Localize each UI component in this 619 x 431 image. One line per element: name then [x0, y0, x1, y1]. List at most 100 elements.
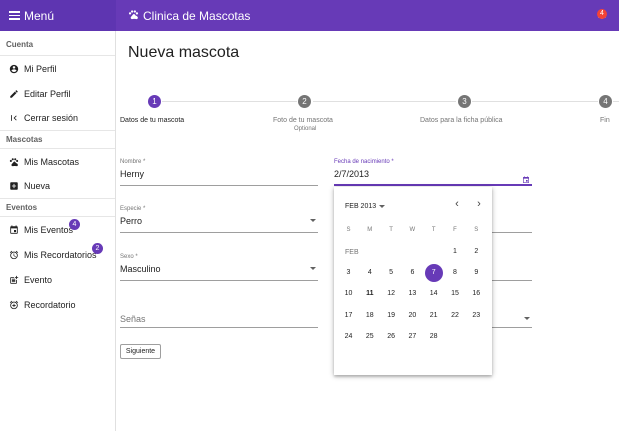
- calendar-day[interactable]: 23: [466, 306, 487, 325]
- calendar-day-number: 11: [366, 290, 374, 298]
- sidebar-item-mi-perfil[interactable]: Mi Perfil: [0, 56, 115, 81]
- weekday-header: T: [389, 227, 393, 233]
- add-box-icon: [9, 181, 19, 191]
- notifications-bell-icon[interactable]: 4: [596, 7, 610, 21]
- calendar-day[interactable]: 15: [445, 284, 466, 303]
- stepper: 1 Datos de tu mascota 2 Foto de tu masco…: [116, 94, 619, 134]
- sidebar-item-label: Nueva: [24, 181, 51, 191]
- step-2-label[interactable]: Foto de tu mascota: [273, 117, 333, 124]
- sidebar-item-mis-mascotas[interactable]: Mis Mascotas: [0, 149, 115, 174]
- app-title-bar: Clinica de Mascotas 4: [116, 0, 619, 31]
- dropdown-arrow-icon: [310, 267, 316, 270]
- menu-label: Menú: [24, 8, 55, 23]
- calendar-day[interactable]: 26: [381, 327, 402, 346]
- step-connector: [613, 101, 619, 102]
- sidebar-item-editar-perfil[interactable]: Editar Perfil: [0, 81, 115, 106]
- calendar-day-number: 2: [474, 248, 479, 255]
- sidebar-item-mis-eventos[interactable]: Mis Eventos 4: [0, 217, 115, 242]
- calendar-day[interactable]: 28: [423, 327, 444, 346]
- weekday-header: M: [367, 227, 373, 233]
- especie-value: Perro: [120, 216, 143, 226]
- especie-select[interactable]: Especie * Perro: [120, 206, 318, 233]
- calendar-day[interactable]: 14: [423, 284, 444, 303]
- calendar-day[interactable]: 10: [338, 284, 359, 303]
- sidebar-section-mascotas: Mascotas: [0, 131, 115, 149]
- weekday-header: T: [431, 227, 436, 233]
- calendar-day[interactable]: 22: [445, 306, 466, 325]
- nombre-field[interactable]: Nombre * Herny: [120, 159, 318, 186]
- menu-header[interactable]: Menú: [0, 0, 116, 31]
- step-3-label[interactable]: Datos para la ficha pública: [420, 117, 503, 124]
- calendar-day-number: 20: [408, 311, 417, 319]
- dropdown-arrow-icon: [524, 317, 530, 320]
- period-selector[interactable]: FEB 2013: [345, 203, 386, 210]
- calendar-day[interactable]: 6: [402, 263, 423, 282]
- fecha-label: Fecha de nacimiento *: [334, 159, 394, 165]
- calendar-day[interactable]: 5: [381, 263, 402, 282]
- sidebar-section-eventos: Eventos: [0, 199, 115, 217]
- step-1-circle[interactable]: 1: [148, 95, 161, 108]
- calendar-day[interactable]: 16: [466, 284, 487, 303]
- calendar-day[interactable]: 8: [445, 263, 466, 282]
- events-badge: 4: [69, 219, 80, 230]
- step-4-label[interactable]: Fin: [600, 117, 610, 124]
- calendar-day[interactable]: 13: [402, 284, 423, 303]
- sidebar-item-nueva[interactable]: Nueva: [0, 174, 115, 199]
- chevron-right-icon[interactable]: ›: [473, 198, 485, 210]
- calendar-day[interactable]: 18: [359, 306, 380, 325]
- sidebar-item-cerrar-sesion[interactable]: Cerrar sesión: [0, 106, 115, 131]
- sidebar-item-recordatorio[interactable]: Recordatorio: [0, 292, 115, 317]
- especie-right-field[interactable]: [492, 206, 532, 233]
- siguiente-button[interactable]: Siguiente: [120, 344, 161, 359]
- calendar-day-number: 6: [410, 269, 415, 277]
- month-label: FEB: [345, 249, 359, 256]
- sexo-select[interactable]: Sexo * Masculino: [120, 254, 318, 281]
- calendar-day[interactable]: 3: [338, 263, 359, 282]
- chevron-left-icon[interactable]: ‹: [451, 198, 463, 210]
- calendar-day[interactable]: 27: [402, 327, 423, 346]
- calendar-day-number: 16: [472, 290, 481, 298]
- calendar-toggle-icon[interactable]: [522, 171, 530, 183]
- step-connector: [313, 101, 456, 102]
- account-circle-icon: [9, 64, 19, 74]
- calendar-day[interactable]: 25: [359, 327, 380, 346]
- calendar-day[interactable]: 1: [445, 242, 466, 261]
- step-connector: [472, 101, 598, 102]
- calendar-day-number: 13: [408, 290, 417, 298]
- event-icon: [9, 224, 19, 235]
- calendar-day[interactable]: 17: [338, 306, 359, 325]
- hamburger-menu-icon[interactable]: [9, 9, 20, 22]
- calendar-day-number: 4: [367, 269, 372, 277]
- calendar-day[interactable]: 2: [466, 242, 487, 261]
- calendar-day[interactable]: 4: [359, 263, 380, 282]
- right-select-field[interactable]: [492, 301, 532, 328]
- sidebar-section-cuenta: Cuenta: [0, 31, 115, 56]
- senas-field[interactable]: Señas: [120, 301, 318, 328]
- sidebar-item-mis-recordatorios[interactable]: Mis Recordatorios 2: [0, 242, 115, 267]
- step-1-label[interactable]: Datos de tu mascota: [120, 117, 184, 124]
- calendar-day-number: 1: [453, 248, 457, 255]
- fecha-value: 2/7/2013: [334, 169, 370, 179]
- calendar-day[interactable]: 9: [466, 263, 487, 282]
- calendar-day-number: 23: [472, 311, 481, 319]
- calendar-day-number: 27: [408, 332, 417, 340]
- sidebar: Cuenta Mi Perfil Editar Perfil Cerrar se…: [0, 31, 116, 431]
- step-3-circle[interactable]: 3: [458, 95, 471, 108]
- calendar-day[interactable]: 20: [402, 306, 423, 325]
- calendar-day[interactable]: 19: [381, 306, 402, 325]
- app-title: Clinica de Mascotas: [143, 8, 251, 23]
- calendar-day[interactable]: 21: [423, 306, 444, 325]
- calendar-day-selected[interactable]: 7: [423, 263, 444, 283]
- sidebar-item-evento[interactable]: Evento: [0, 267, 115, 292]
- calendar-day[interactable]: 24: [338, 327, 359, 346]
- calendar-day[interactable]: 12: [381, 284, 402, 303]
- sidebar-item-label: Recordatorio: [24, 299, 76, 310]
- paw-icon: [128, 9, 139, 23]
- calendar-day-number: 15: [451, 290, 459, 298]
- app-root: Menú Clinica de Mascotas 4 Cuenta Mi Per…: [0, 0, 619, 431]
- calendar-day[interactable]: 11: [359, 284, 380, 303]
- step-2-circle[interactable]: 2: [298, 95, 311, 108]
- sexo-right-field[interactable]: [492, 254, 532, 281]
- fecha-nacimiento-field[interactable]: Fecha de nacimiento * 2/7/2013: [334, 159, 532, 186]
- step-4-circle[interactable]: 4: [599, 95, 612, 108]
